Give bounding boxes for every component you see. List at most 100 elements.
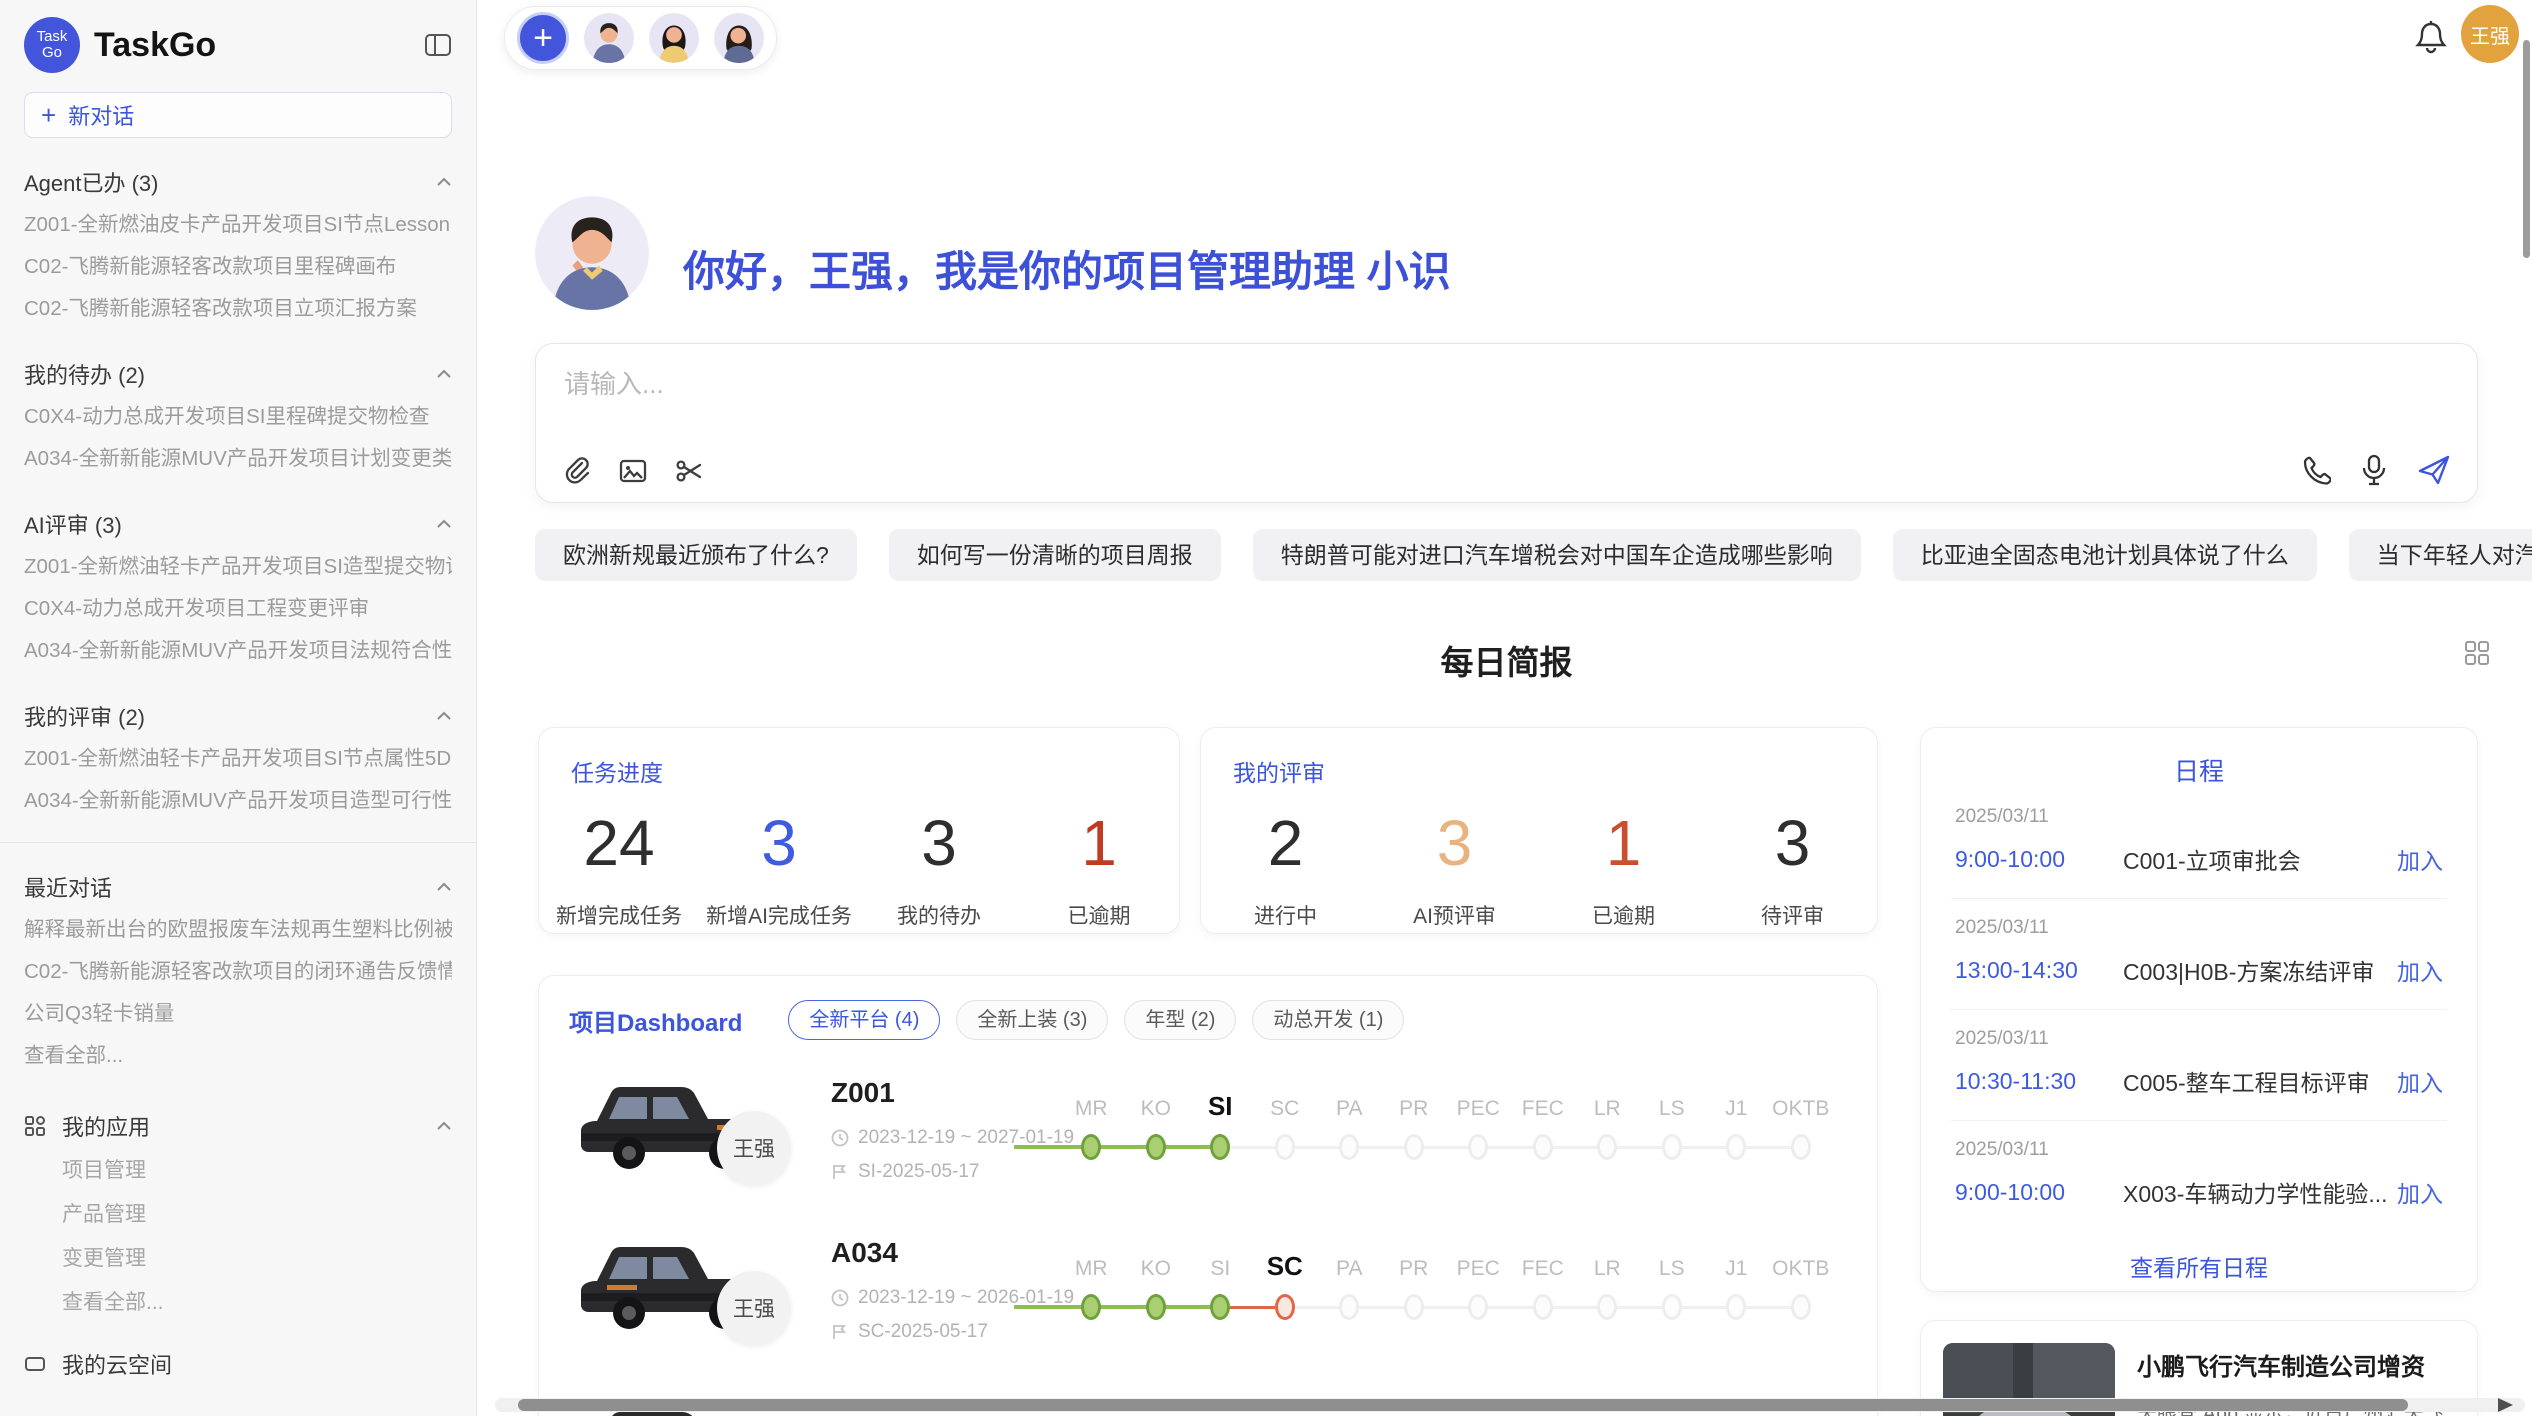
join-link[interactable]: 加入 (2397, 1064, 2443, 1098)
project-name: A034 (831, 1237, 1074, 1269)
clock-icon (831, 1129, 849, 1147)
dashboard-filter-chip[interactable]: 全新平台 (4) (788, 1000, 940, 1040)
sidebar-task-item[interactable]: Z001-全新燃油皮卡产品开发项目SI节点Lesson Learn报告 (24, 204, 452, 246)
image-icon[interactable] (618, 456, 648, 486)
phone-icon[interactable] (2299, 454, 2331, 486)
stat-item: 3 新增AI完成任务 (699, 806, 859, 930)
sidebar-task-item[interactable]: Z001-全新燃油轻卡产品开发项目SI造型提交物评审 (24, 546, 452, 588)
sidebar-item-favorites[interactable]: 我的收藏 (24, 1403, 452, 1416)
recent-view-all[interactable]: 查看全部... (24, 1035, 452, 1077)
schedule-event-title: C003|H0B-方案冻结评审 (2123, 953, 2397, 987)
horizontal-scrollbar-thumb[interactable] (518, 1399, 2408, 1411)
dashboard-filter-chip[interactable]: 动总开发 (1) (1252, 1000, 1404, 1040)
project-flag-date: SI-2025-05-17 (831, 1161, 1074, 1183)
sidebar-task-item[interactable]: C0X4-动力总成开发项目工程变更评审 (24, 588, 452, 630)
sidebar-app-item[interactable]: 产品管理 (24, 1193, 452, 1237)
chevron-up-icon (436, 882, 452, 892)
milestone-node (1597, 1134, 1617, 1160)
contact-avatar-3[interactable] (714, 13, 764, 63)
assistant-avatar (535, 196, 649, 310)
contact-avatar-1[interactable] (584, 13, 634, 63)
schedule-card: 日程 2025/03/11 9:00-10:00 C001-立项审批会 加入 2… (1920, 727, 2478, 1292)
view-all-schedule-link[interactable]: 查看所有日程 (1921, 1249, 2477, 1283)
layout-grid-icon[interactable] (2462, 638, 2492, 668)
milestone-label: KO (1124, 1097, 1189, 1121)
notification-bell-icon[interactable] (2415, 20, 2447, 56)
task-progress-card: 任务进度 24 新增完成任务 3 新增AI完成任务 3 我的待办 (538, 727, 1180, 934)
recent-chat-item[interactable]: 公司Q3轻卡销量 (24, 993, 452, 1035)
sidebar-item-cloud[interactable]: 我的云空间 (24, 1341, 452, 1387)
stat-value: 3 (1370, 806, 1539, 880)
milestone-node (1404, 1294, 1424, 1320)
join-link[interactable]: 加入 (2397, 842, 2443, 876)
vertical-scrollbar-thumb[interactable] (2523, 40, 2530, 258)
milestone-node (1791, 1294, 1811, 1320)
sidebar-task-item[interactable]: A034-全新新能源MUV产品开发项目计划变更类编写 (24, 438, 452, 480)
sidebar-collapse-icon[interactable] (424, 32, 452, 58)
join-link[interactable]: 加入 (2397, 953, 2443, 987)
suggestion-chip[interactable]: 当下年轻人对汽车外观有怎样的喜好趋势 (2349, 529, 2532, 581)
milestone-label: MR (1059, 1257, 1124, 1281)
suggestion-chip[interactable]: 特朗普可能对进口汽车增税会对中国车企造成哪些影响 (1253, 529, 1861, 581)
section-header-ai-review[interactable]: AI评审 (3) (24, 508, 452, 540)
logo-line-2: Go (42, 45, 62, 61)
milestone-timeline: MRKOSISCPAPRPECFECLRLSJ1OKTB (1059, 1091, 1859, 1167)
section-title: 我的评审 (2) (24, 700, 145, 732)
schedule-time: 9:00-10:00 (1955, 846, 2123, 873)
news-title: 小鹏飞行汽车制造公司增资 (2137, 1347, 2455, 1382)
section-header-recent[interactable]: 最近对话 (24, 871, 452, 903)
stat-item: 24 新增完成任务 (539, 806, 699, 930)
section-header-my-review[interactable]: 我的评审 (2) (24, 700, 452, 732)
add-contact-button[interactable]: + (517, 12, 569, 64)
stat-label: 新增AI完成任务 (699, 900, 859, 930)
stat-label: 进行中 (1201, 900, 1370, 930)
milestone-node (1081, 1294, 1101, 1320)
stat-value: 3 (699, 806, 859, 880)
suggestion-chip[interactable]: 比亚迪全固态电池计划具体说了什么 (1893, 529, 2317, 581)
milestone-label: OKTB (1769, 1097, 1834, 1121)
project-row[interactable]: 王强 A034 2023-12-19 ~ 2026-01-19 SC-2025-… (539, 1211, 1878, 1371)
project-row[interactable]: 王强 Z001 2023-12-19 ~ 2027-01-19 SI-2025-… (539, 1051, 1878, 1211)
dashboard-filter-chip[interactable]: 年型 (2) (1124, 1000, 1236, 1040)
send-icon[interactable] (2417, 454, 2451, 486)
suggestion-chip[interactable]: 如何写一份清晰的项目周报 (889, 529, 1221, 581)
sidebar-task-item[interactable]: C02-飞腾新能源轻客改款项目立项汇报方案 (24, 288, 452, 330)
sidebar-app-item[interactable]: 变更管理 (24, 1237, 452, 1281)
new-chat-button[interactable]: + 新对话 (24, 92, 452, 138)
join-link[interactable]: 加入 (2397, 1175, 2443, 1209)
user-avatar[interactable]: 王强 (2461, 5, 2519, 63)
sidebar-task-item[interactable]: C02-飞腾新能源轻客改款项目里程碑画布 (24, 246, 452, 288)
sidebar-item-my-apps[interactable]: 我的应用 (24, 1103, 452, 1149)
main-content: + 王强 你好，王强，我是你的项目管理助理 小识 (477, 0, 2532, 1416)
sidebar-app-item[interactable]: 项目管理 (24, 1149, 452, 1193)
chevron-up-icon (436, 1121, 452, 1131)
section-header-my-todo[interactable]: 我的待办 (2) (24, 358, 452, 390)
project-dashboard-card: 项目Dashboard 全新平台 (4) 全新上装 (3) 年型 (2) 动总开… (538, 975, 1878, 1416)
sidebar-task-item[interactable]: A034-全新新能源MUV产品开发项目法规符合性评审 (24, 630, 452, 672)
section-header-agent-done[interactable]: Agent已办 (3) (24, 166, 452, 198)
microphone-icon[interactable] (2359, 454, 2389, 486)
schedule-date: 2025/03/11 (1955, 806, 2443, 828)
schedule-entry: 2025/03/11 13:00-14:30 C003|H0B-方案冻结评审 加… (1951, 899, 2447, 1010)
scissors-icon[interactable] (674, 456, 704, 486)
milestone-node (1791, 1134, 1811, 1160)
recent-chat-item[interactable]: C02-飞腾新能源轻客改款项目的闭环通告反馈情况 (24, 951, 452, 993)
sidebar-task-item[interactable]: C0X4-动力总成开发项目SI里程碑提交物检查 (24, 396, 452, 438)
sidebar-task-item[interactable]: A034-全新新能源MUV产品开发项目造型可行性评审 (24, 780, 452, 822)
recent-chat-item[interactable]: 解释最新出台的欧盟报废车法规再生塑料比例被调至15%... (24, 909, 452, 951)
my-apps-label: 我的应用 (62, 1110, 420, 1142)
paperclip-icon[interactable] (562, 456, 592, 486)
chat-input[interactable] (562, 368, 2166, 401)
schedule-title: 日程 (1921, 752, 2477, 788)
stat-item: 1 已逾期 (1019, 806, 1179, 930)
sidebar-app-item[interactable]: 查看全部... (24, 1281, 452, 1325)
scroll-right-arrow[interactable] (2498, 1398, 2513, 1412)
dashboard-filter-chip[interactable]: 全新上装 (3) (956, 1000, 1108, 1040)
contact-avatar-2[interactable] (649, 13, 699, 63)
stat-value: 1 (1539, 806, 1708, 880)
suggestion-chip[interactable]: 欧洲新规最近颁布了什么? (535, 529, 857, 581)
sidebar-task-item[interactable]: Z001-全新燃油轻卡产品开发项目SI节点属性5D文件评审 (24, 738, 452, 780)
milestone-node (1339, 1294, 1359, 1320)
schedule-entry: 2025/03/11 9:00-10:00 C001-立项审批会 加入 (1951, 788, 2447, 899)
grid-icon (24, 1115, 46, 1137)
